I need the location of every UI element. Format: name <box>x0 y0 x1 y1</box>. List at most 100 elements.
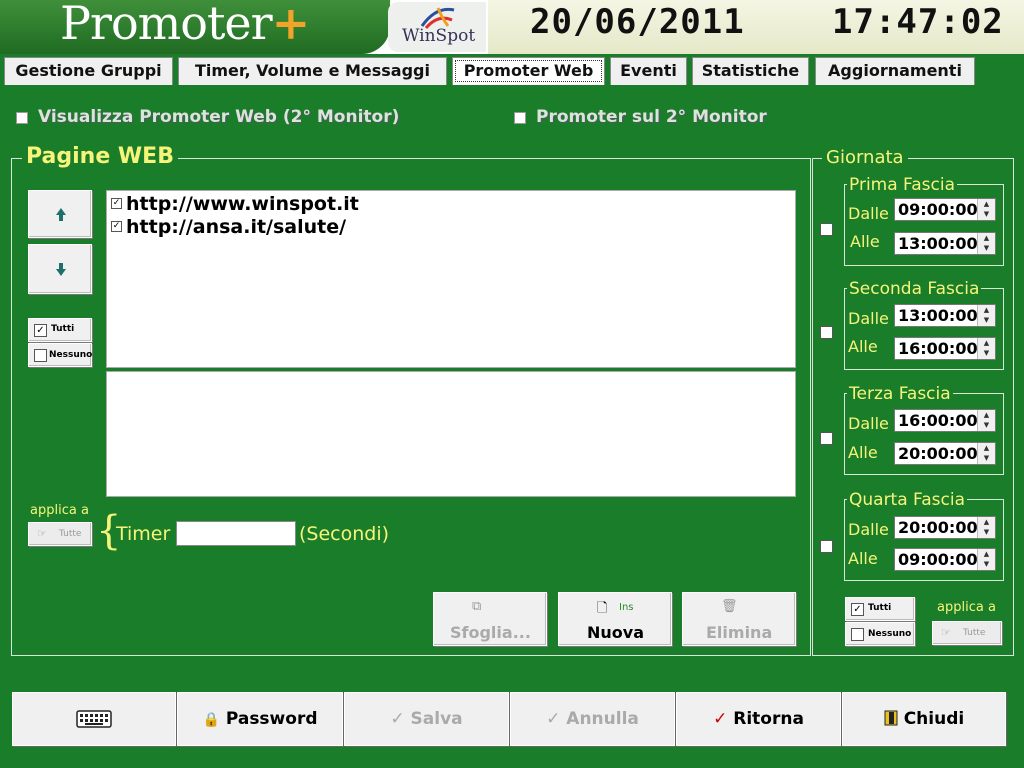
app-name-plus: + <box>271 0 311 50</box>
to-time-field[interactable]: 09:00:00 ▲ ▼ <box>894 548 996 571</box>
from-label: Dalle <box>848 309 889 328</box>
to-time: 09:00:00 <box>898 550 978 569</box>
from-time: 13:00:00 <box>898 306 978 325</box>
to-label: Alle <box>850 232 880 251</box>
password-label: Password <box>225 709 318 729</box>
checkmark-icon: ✓ <box>390 709 405 729</box>
new-label: Nuova <box>587 623 644 642</box>
return-label: Ritorna <box>733 709 804 729</box>
select-none-label: Nessuno <box>868 629 912 639</box>
apply-all-slots-button[interactable]: ☞ Tutte <box>932 621 1002 645</box>
tab-aggiornamenti[interactable]: Aggiornamenti <box>815 57 975 85</box>
to-time-field[interactable]: 16:00:00 ▲ ▼ <box>894 337 996 360</box>
new-document-icon: 🗋 <box>597 601 608 616</box>
timer-label: Timer <box>116 523 171 545</box>
save-label: Salva <box>410 709 463 729</box>
save-button[interactable]: ✓ Salva <box>344 692 509 746</box>
arrow-down-icon <box>56 263 66 276</box>
from-label: Dalle <box>848 204 889 223</box>
tab-promoter-web[interactable]: Promoter Web <box>452 57 605 85</box>
tab-statistiche[interactable]: Statistiche <box>692 57 809 85</box>
spinner-icon[interactable]: ▲ ▼ <box>977 233 995 254</box>
move-up-button[interactable] <box>28 190 92 238</box>
new-page-button[interactable]: 🗋 Ins Nuova <box>558 592 672 646</box>
page-preview <box>106 371 796 497</box>
tab-eventi[interactable]: Eventi <box>610 57 687 85</box>
from-time-field[interactable]: 16:00:00 ▲ ▼ <box>894 409 996 432</box>
slot-checkbox[interactable] <box>820 540 833 553</box>
current-date: 20/06/2011 <box>530 2 745 42</box>
checkmark-icon: ✓ <box>546 709 561 729</box>
checkmark-icon: ✓ <box>851 603 864 616</box>
from-label: Dalle <box>848 414 889 433</box>
checkmark-icon[interactable]: ✓ <box>111 221 122 232</box>
select-all-label: Tutti <box>868 603 892 613</box>
to-time: 20:00:00 <box>898 444 978 463</box>
logo: Promoter+ <box>0 0 390 54</box>
url-text: http://ansa.it/salute/ <box>126 216 347 238</box>
select-none-slots-button[interactable]: Nessuno <box>845 622 915 646</box>
arrow-up-icon <box>56 208 66 221</box>
promoter-second-label: Promoter sul 2° Monitor <box>536 107 767 127</box>
from-time-field[interactable]: 13:00:00 ▲ ▼ <box>894 304 996 327</box>
cancel-button[interactable]: ✓ Annulla <box>510 692 675 746</box>
keyboard-button[interactable] <box>12 692 176 746</box>
close-button[interactable]: Chiudi <box>842 692 1006 746</box>
from-time: 20:00:00 <box>898 518 978 537</box>
slot-checkbox[interactable] <box>820 223 833 236</box>
slot-title: Seconda Fascia <box>847 279 982 299</box>
day-title: Giornata <box>822 147 908 168</box>
to-time-field[interactable]: 13:00:00 ▲ ▼ <box>894 232 996 255</box>
slot-title: Quarta Fascia <box>847 490 968 510</box>
spinner-icon[interactable]: ▲ ▼ <box>977 338 995 359</box>
slot-title: Terza Fascia <box>847 384 953 404</box>
spinner-icon[interactable]: ▲ ▼ <box>977 410 995 431</box>
timer-input[interactable] <box>176 521 296 546</box>
password-button[interactable]: 🔒 Password <box>177 692 343 746</box>
to-time: 16:00:00 <box>898 339 978 358</box>
timer-unit-label: (Secondi) <box>299 523 390 545</box>
slot-checkbox[interactable] <box>820 326 833 339</box>
spinner-icon[interactable]: ▲ ▼ <box>977 549 995 570</box>
promoter-second-checkbox[interactable] <box>514 112 526 124</box>
delete-page-button[interactable]: 🗑 Elimina <box>682 592 796 646</box>
to-time-field[interactable]: 20:00:00 ▲ ▼ <box>894 442 996 465</box>
to-label: Alle <box>848 549 878 568</box>
select-all-slots-button[interactable]: ✓ Tutti <box>845 597 915 621</box>
hand-pointer-icon: ☞ <box>37 527 47 540</box>
url-list[interactable]: ✓ http://www.winspot.it ✓ http://ansa.it… <box>106 190 796 368</box>
pages-title: Pagine WEB <box>22 144 178 169</box>
select-all-pages-button[interactable]: ✓ Tutti <box>28 318 92 342</box>
from-time: 16:00:00 <box>898 411 978 430</box>
hand-pointer-icon: ☞ <box>941 626 951 639</box>
select-none-label: Nessuno <box>49 350 93 360</box>
ins-hint: Ins <box>619 602 634 613</box>
slot-checkbox[interactable] <box>820 432 833 445</box>
spinner-icon[interactable]: ▲ ▼ <box>977 199 995 220</box>
from-time-field[interactable]: 09:00:00 ▲ ▼ <box>894 198 996 221</box>
cancel-label: Annulla <box>566 709 639 729</box>
tab-timer-volume-messaggi[interactable]: Timer, Volume e Messaggi <box>178 57 447 85</box>
delete-label: Elimina <box>706 623 773 642</box>
red-checkmark-icon: ✓ <box>713 709 728 729</box>
checkmark-icon[interactable]: ✓ <box>111 198 122 209</box>
app-name: Promoter <box>60 0 273 50</box>
close-label: Chiudi <box>903 709 965 729</box>
from-label: Dalle <box>848 520 889 539</box>
move-down-button[interactable] <box>28 244 92 294</box>
current-time: 17:47:02 <box>832 2 1004 42</box>
return-button[interactable]: ✓ Ritorna <box>676 692 841 746</box>
winspot-brand: WinSpot <box>402 26 476 46</box>
select-none-pages-button[interactable]: Nessuno <box>28 343 92 367</box>
spinner-icon[interactable]: ▲ ▼ <box>977 517 995 538</box>
browse-button[interactable]: ⧉ Sfoglia... <box>433 592 547 646</box>
tab-gestione-gruppi[interactable]: Gestione Gruppi <box>4 57 173 85</box>
trash-icon: 🗑 <box>721 599 738 614</box>
spinner-icon[interactable]: ▲ ▼ <box>977 443 995 464</box>
spinner-icon[interactable]: ▲ ▼ <box>977 305 995 326</box>
apply-all-label: Tutte <box>59 529 82 539</box>
apply-all-pages-button[interactable]: ☞ Tutte <box>28 522 92 546</box>
slot-title: Prima Fascia <box>847 175 958 195</box>
from-time-field[interactable]: 20:00:00 ▲ ▼ <box>894 516 996 539</box>
show-web-checkbox[interactable] <box>16 112 28 124</box>
